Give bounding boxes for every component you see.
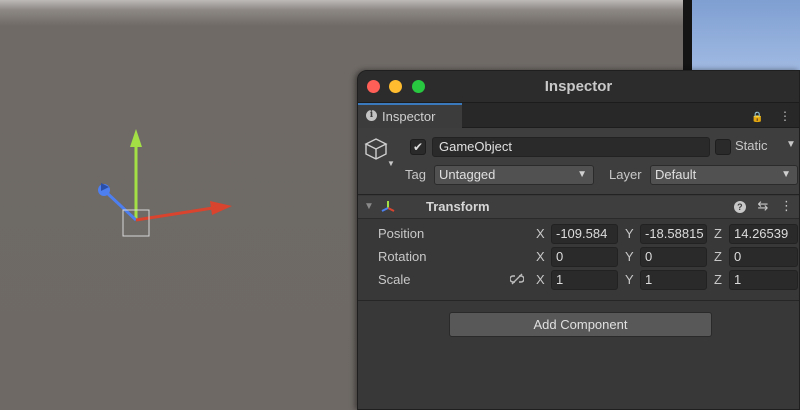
gizmo-x-arrowhead[interactable] [210, 201, 232, 215]
rotation-x-field[interactable]: 0 [551, 247, 618, 267]
presets-icon[interactable]: ⇆ [757, 198, 768, 213]
chevron-down-icon: ▼ [781, 169, 791, 180]
axis-label-y[interactable]: Y [625, 249, 634, 264]
tab-label: Inspector [382, 109, 436, 124]
row-label: Scale [378, 272, 411, 287]
tag-dropdown[interactable]: Untagged ▼ [434, 165, 594, 185]
axis-label-y[interactable]: Y [625, 272, 634, 287]
inspector-window: Inspector i Inspector 🔒 ⋮ ▼ ✔ GameObject… [357, 70, 800, 410]
axis-label-z[interactable]: Z [714, 226, 722, 241]
component-tools: ? ⇆ ⋮ [726, 198, 793, 214]
position-z-field[interactable]: 14.26539 [729, 224, 798, 244]
rotation-y-field[interactable]: 0 [640, 247, 707, 267]
rotation-z-field[interactable]: 0 [729, 247, 798, 267]
transform-row-rotation: Rotation X 0 Y 0 Z 0 [358, 246, 799, 269]
info-icon: i [366, 110, 377, 121]
transform-header[interactable]: ▼ Transform ? ⇆ ⋮ [358, 196, 799, 219]
gameobject-header: ▼ ✔ GameObject Static ▼ Tag Untagged ▼ L… [358, 128, 799, 195]
static-dropdown-arrow-icon[interactable]: ▼ [786, 139, 796, 150]
scene-sky-sliver [692, 0, 800, 80]
position-y-field[interactable]: -18.58815 [640, 224, 707, 244]
link-broken-icon[interactable] [510, 273, 524, 285]
foldout-arrow-icon[interactable]: ▼ [364, 201, 374, 212]
transform-row-scale: Scale X 1 Y 1 Z 1 [358, 269, 799, 292]
layer-label: Layer [609, 167, 642, 182]
scale-x-field[interactable]: 1 [551, 270, 618, 290]
layer-value: Default [655, 167, 697, 182]
axis-label-x[interactable]: X [536, 272, 545, 287]
component-divider [358, 300, 799, 301]
icon-dropdown-arrow-icon[interactable]: ▼ [387, 159, 395, 168]
axes-icon [381, 201, 395, 212]
cube-icon[interactable] [364, 137, 388, 161]
position-x-field[interactable]: -109.584 [551, 224, 618, 244]
more-menu-icon[interactable]: ⋮ [779, 109, 791, 123]
tab-inspector[interactable]: i Inspector [358, 103, 462, 128]
row-label: Rotation [378, 249, 427, 264]
move-gizmo[interactable] [95, 125, 245, 245]
tab-bar: i Inspector 🔒 ⋮ [358, 103, 799, 128]
add-component-button[interactable]: Add Component [449, 312, 712, 337]
tab-tools: 🔒 ⋮ [739, 109, 791, 123]
tag-label: Tag [405, 167, 426, 182]
chevron-down-icon: ▼ [577, 169, 587, 180]
transform-title: Transform [426, 199, 490, 214]
axis-label-x[interactable]: X [536, 226, 545, 241]
window-title: Inspector [544, 78, 613, 95]
layer-dropdown[interactable]: Default ▼ [650, 165, 798, 185]
tag-value: Untagged [439, 167, 496, 182]
gameobject-name-field[interactable]: GameObject [432, 137, 710, 157]
row-label: Position [378, 226, 425, 241]
scale-y-field[interactable]: 1 [640, 270, 707, 290]
scale-z-field[interactable]: 1 [729, 270, 798, 290]
static-checkbox[interactable] [715, 139, 731, 155]
active-checkbox[interactable]: ✔ [410, 139, 426, 155]
transform-row-position: Position X -109.584 Y -18.58815 Z 14.265… [358, 223, 799, 246]
axis-label-y[interactable]: Y [625, 226, 634, 241]
help-icon[interactable]: ? [733, 201, 746, 213]
lock-icon[interactable]: 🔒 [751, 112, 763, 123]
gizmo-y-arrowhead[interactable] [130, 129, 142, 147]
more-menu-icon[interactable]: ⋮ [780, 198, 793, 213]
axis-label-z[interactable]: Z [714, 249, 722, 264]
axis-label-z[interactable]: Z [714, 272, 722, 287]
window-titlebar[interactable]: Inspector [358, 71, 799, 103]
axis-label-x[interactable]: X [536, 249, 545, 264]
static-label: Static [735, 138, 768, 153]
scene-divider [683, 0, 692, 80]
gizmo-z-axis[interactable] [105, 191, 138, 222]
